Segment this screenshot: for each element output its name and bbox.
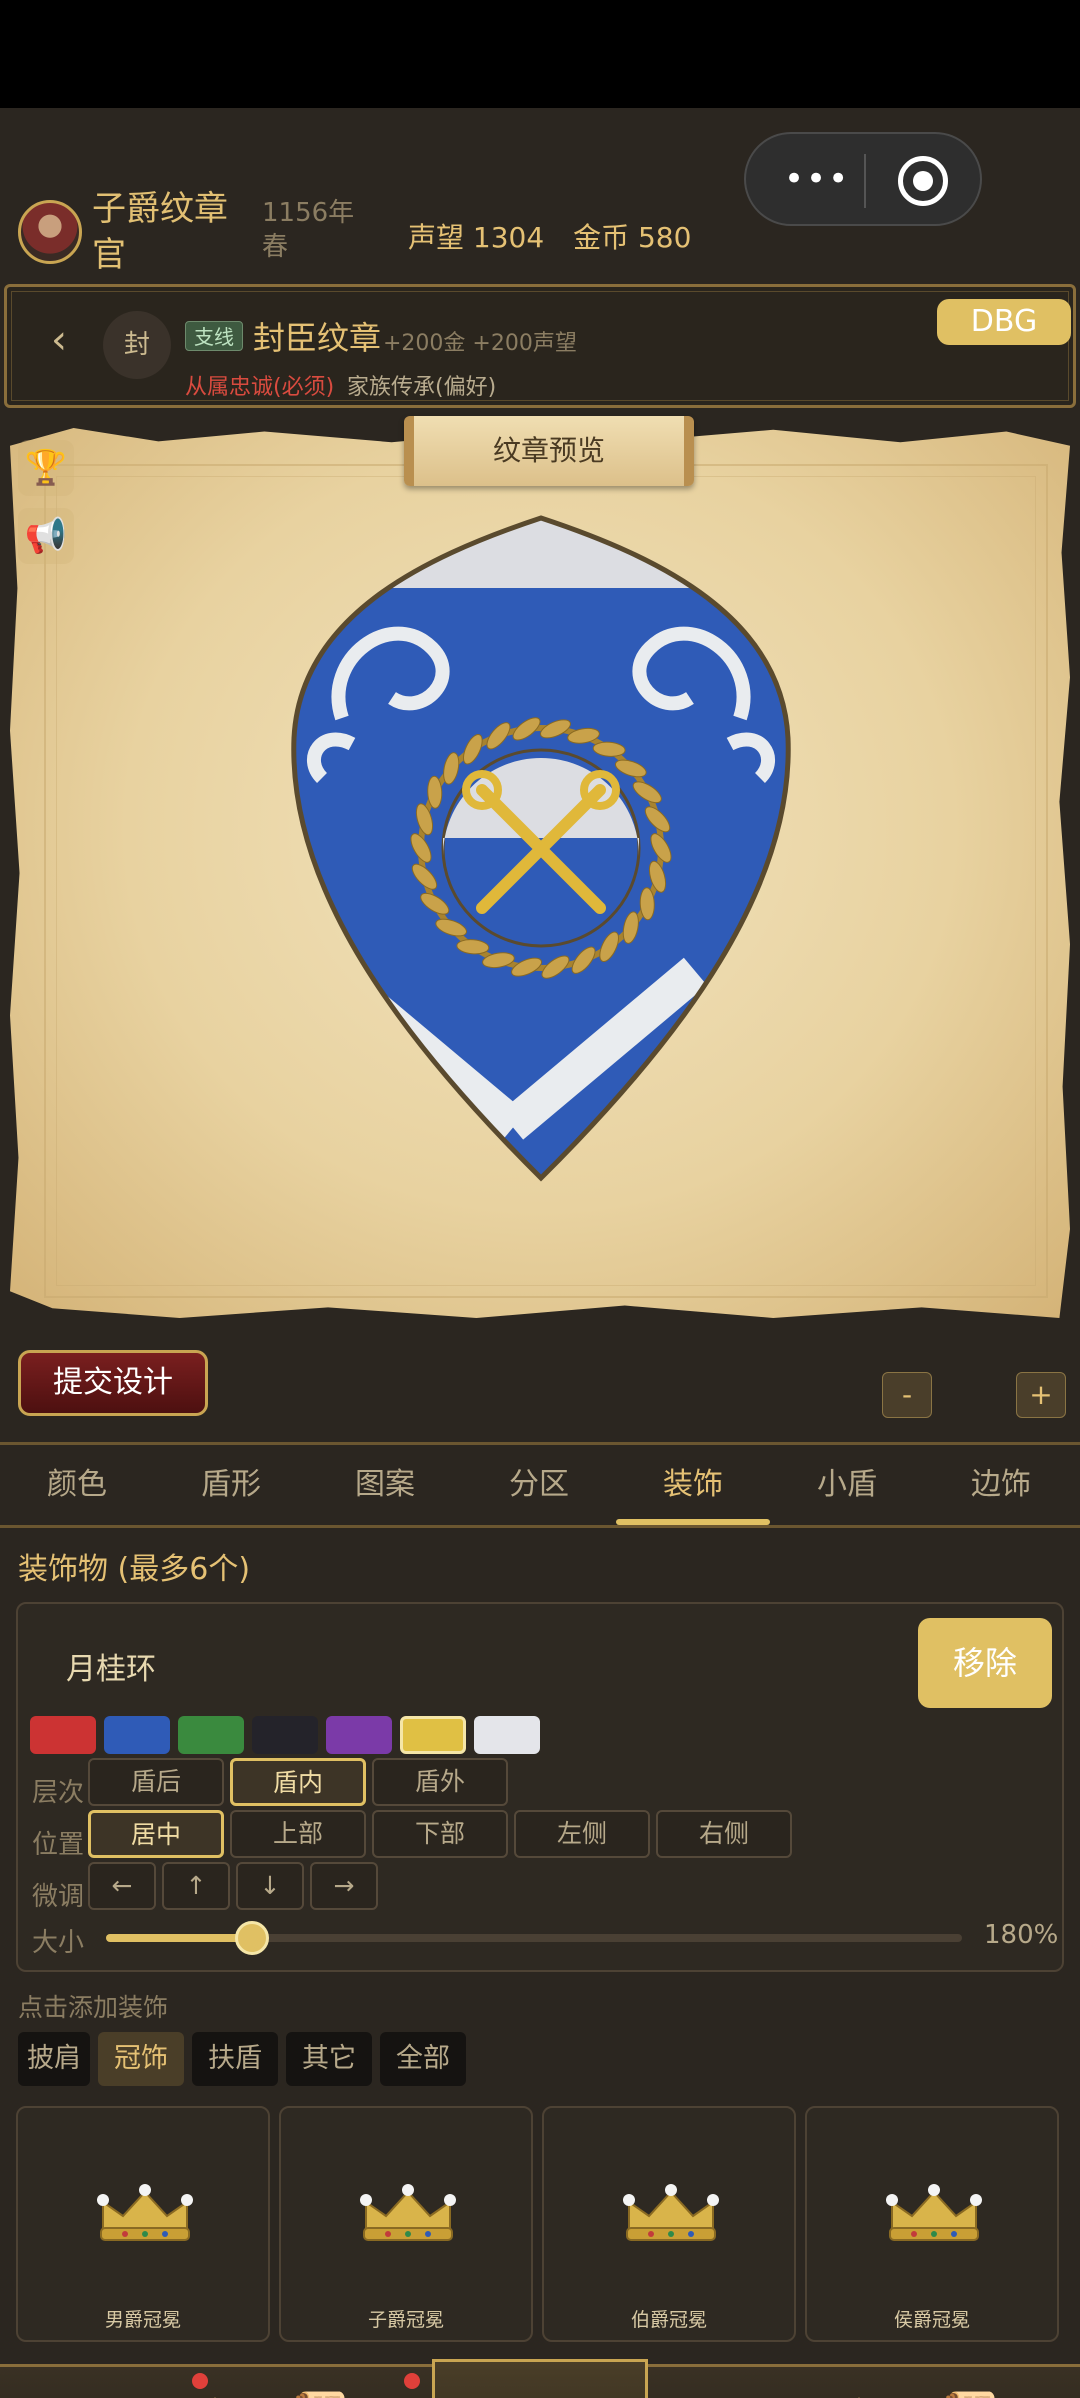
nav-item-2[interactable]: ✚ [440,2367,640,2398]
avatar[interactable] [18,200,82,264]
category-filter[interactable]: 全部 [380,2032,466,2086]
task-reward: +200金 +200声望 [383,331,577,356]
status-bar [0,0,1080,108]
decor-item-label: 子爵冠冕 [367,2309,444,2331]
position-option[interactable]: 下部 [372,1810,508,1858]
task-preference: 家族传承(偏好) [347,375,497,400]
task-requirement: 从属忠诚(必须) [185,375,335,400]
tab-0[interactable]: 颜色 [0,1445,154,1525]
shield-cross-icon: ✚ [490,2379,590,2398]
category-filter[interactable]: 披肩 [18,2032,90,2086]
decor-section-title: 装饰物 (最多6个) [18,1552,251,1587]
header: 子爵纹章官 1156年春 声望 1304 金币 580 ••• [0,108,1080,278]
nav-item-3[interactable]: ✒手稿 [650,2367,850,2398]
trophy-icon[interactable]: 🏆 [18,440,74,496]
zoom-in-button[interactable]: + [1016,1372,1066,1418]
count-crown-icon [623,2184,719,2241]
task-seal: 封 [103,311,171,379]
task-type-tag: 支线 [185,321,243,351]
add-decor-hint: 点击添加装饰 [18,1993,169,2022]
stats: 声望 1304 金币 580 [408,216,711,256]
editor-tabs: 颜色 盾形 图案 分区 装饰 小盾 边饰 [0,1442,1080,1528]
category-filter[interactable]: 冠饰 [98,2032,184,2086]
close-target-icon[interactable] [898,156,948,206]
gold-value: 金币 580 [573,221,692,254]
decor-editor-panel: 月桂环 移除 层次 位置 微调 大小 180% 盾后 盾内 盾外居中 上部 下部 左侧 右侧… [16,1602,1064,1972]
more-icon[interactable]: ••• [784,162,864,198]
decor-item-card[interactable]: 伯爵冠冕 [542,2106,796,2342]
size-slider-fill [106,1934,252,1942]
viscount-crown-icon [360,2184,456,2241]
color-swatch[interactable] [30,1716,96,1754]
nudge-button[interactable]: → [310,1862,378,1910]
nav-item-0[interactable]: 📖百科 [12,2367,212,2398]
notification-badge [404,2373,420,2389]
color-swatch[interactable] [252,1716,318,1754]
decor-item-name: 月桂环 [66,1652,156,1687]
remove-decor-button[interactable]: 移除 [918,1618,1052,1708]
quill-icon: ✒ [718,2387,782,2398]
nav-item-1[interactable]: 📜任务 [224,2367,424,2398]
player-title: 子爵纹章官 [92,189,228,275]
back-icon[interactable]: ‹ [51,317,67,363]
category-filter[interactable]: 其它 [286,2032,372,2086]
tab-2[interactable]: 图案 [308,1445,462,1525]
color-swatch[interactable] [474,1716,540,1754]
color-swatch[interactable] [178,1716,244,1754]
position-label: 位置 [32,1830,85,1860]
category-filter[interactable]: 扶盾 [192,2032,278,2086]
nudge-button[interactable]: ↓ [236,1862,304,1910]
task-bar: ‹ 封 支线 封臣纹章 +200金 +200声望 从属忠诚(必须) 家族传承(偏… [4,284,1076,408]
task-name: 封臣纹章 [253,319,382,357]
position-option[interactable]: 右侧 [656,1810,792,1858]
position-option[interactable]: 上部 [230,1810,366,1858]
baron-crown-icon [97,2184,193,2241]
nudge-button[interactable]: ← [88,1862,156,1910]
tab-3[interactable]: 分区 [462,1445,616,1525]
size-slider-handle[interactable] [234,1921,269,1955]
tab-4[interactable]: 装饰 [616,1445,770,1525]
tab-1[interactable]: 盾形 [154,1445,308,1525]
scroll-icon: 📜 [292,2387,356,2398]
miniprogram-capsule: ••• [744,132,982,226]
size-value: 180% [984,1920,1059,1950]
nudge-button[interactable]: ↑ [162,1862,230,1910]
megaphone-icon[interactable]: 📢 [18,508,74,564]
decor-item-card[interactable]: 子爵冠冕 [279,2106,533,2342]
layer-option[interactable]: 盾外 [372,1758,508,1806]
reputation-value: 声望 1304 [408,221,545,254]
decor-item-label: 伯爵冠冕 [630,2309,707,2331]
color-swatch[interactable] [104,1716,170,1754]
era-label: 1156年春 [262,198,355,262]
layer-option[interactable]: 盾内 [230,1758,366,1806]
capsule-divider [864,154,866,208]
zoom-out-button[interactable]: - [882,1372,932,1418]
size-slider[interactable] [106,1921,962,1955]
parchment-icon: 📜 [942,2387,1006,2398]
decor-item-label: 侯爵冠冕 [893,2309,970,2331]
nav-item-4[interactable]: 📜羊皮卷 [874,2367,1074,2398]
coat-of-arms-shield [291,515,791,1182]
preview-title-scroll: 纹章预览 [404,416,694,486]
tab-6[interactable]: 边饰 [924,1445,1078,1525]
nudge-label: 微调 [32,1882,85,1912]
submit-design-button[interactable]: 提交设计 [18,1350,208,1416]
decor-item-card[interactable]: 男爵冠冕 [16,2106,270,2342]
app-root: 子爵纹章官 1156年春 声望 1304 金币 580 ••• ‹ 封 支线 封… [0,108,1080,2398]
tab-5[interactable]: 小盾 [770,1445,924,1525]
debug-button[interactable]: DBG [937,299,1071,345]
position-option[interactable]: 左侧 [514,1810,650,1858]
color-swatch[interactable] [400,1716,466,1754]
book-icon: 📖 [80,2387,144,2398]
layer-label: 层次 [32,1778,85,1808]
marquess-crown-icon [886,2184,982,2241]
decor-item-label: 男爵冠冕 [104,2309,181,2331]
size-label: 大小 [32,1928,85,1958]
layer-option[interactable]: 盾后 [88,1758,224,1806]
decor-item-card[interactable]: 侯爵冠冕 [805,2106,1059,2342]
color-swatch[interactable] [326,1716,392,1754]
notification-badge [192,2373,208,2389]
bottom-nav: 📖百科 📜任务 ✚ ✒手稿 📜羊皮卷 [0,2359,1080,2398]
position-option[interactable]: 居中 [88,1810,224,1858]
